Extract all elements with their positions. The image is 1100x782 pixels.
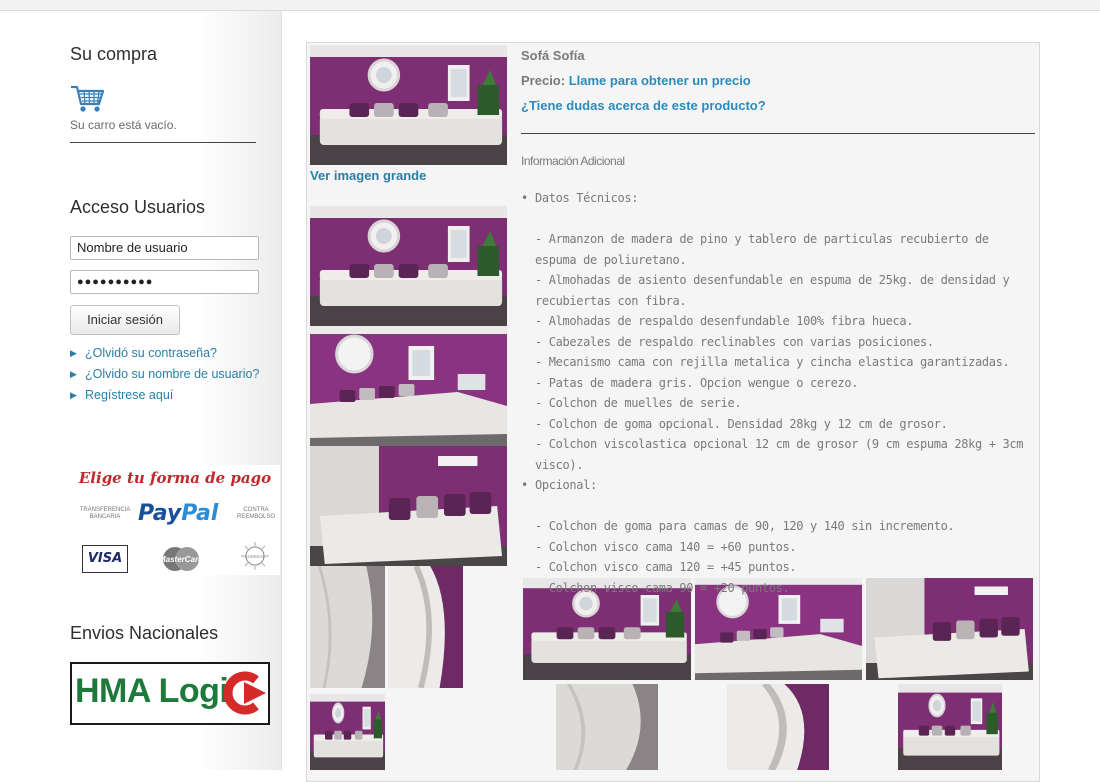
login-title: Acceso Usuarios: [70, 197, 206, 217]
payment-methods-banner: Elige tu forma de pago TRANSFERENCIA BAN…: [70, 465, 280, 575]
spec-item: - Armanzon de madera de pino y tablero d…: [535, 232, 989, 267]
svg-text:CORREOS: CORREOS: [245, 554, 266, 559]
product-thumbnail[interactable]: [898, 684, 1002, 770]
spec-item: - Colchon de muelles de serie.: [535, 396, 742, 410]
username-input[interactable]: Nombre de usuario: [70, 236, 259, 260]
product-thumbnail[interactable]: [556, 684, 658, 770]
spec-item: - Colchon visco cama 90 = +20 puntos.: [535, 580, 790, 595]
product-thumbnail[interactable]: [310, 326, 507, 446]
password-input[interactable]: ●●●●●●●●●●: [70, 270, 259, 294]
product-thumbnail[interactable]: [310, 694, 385, 770]
login-button[interactable]: Iniciar sesión: [70, 305, 180, 335]
mastercard-logo: MasterCard: [159, 547, 204, 571]
product-name: Sofá Sofía: [521, 48, 585, 63]
cart-empty-text: Su carro está vacío.: [70, 118, 177, 132]
svg-text:MasterCard: MasterCard: [159, 555, 204, 564]
spec-item: - Colchon visco cama 120 = +45 puntos.: [535, 560, 797, 574]
divider: [521, 133, 1035, 134]
spec-item: - Almohadas de asiento desenfundable en …: [535, 273, 1010, 308]
additional-info-title: Información Adicional: [521, 154, 625, 168]
arrow-bullet-icon: ▶: [70, 348, 77, 358]
bullet-icon: •: [521, 191, 528, 205]
spec-item: - Cabezales de respaldo reclinables con …: [535, 334, 934, 349]
spec-item: - Colchon viscolastica opcional 12 cm de…: [535, 437, 1024, 472]
spec-item: - Almohadas de respaldo desenfundable 10…: [535, 314, 914, 328]
register-link[interactable]: ▶ Regístrese aquí: [70, 389, 260, 402]
product-thumbnail[interactable]: [310, 206, 507, 326]
paypal-logo: PayPal: [138, 501, 219, 526]
spec-item: - Mecanismo cama con rejilla metalica y …: [535, 355, 1010, 369]
view-large-image-link[interactable]: Ver imagen grande: [310, 168, 426, 183]
spec-item: - Colchon de goma opcional. Densidad 28k…: [535, 416, 948, 431]
bank-transfer-label: TRANSFERENCIA BANCARIA: [79, 507, 131, 520]
spec-item: - Colchon de goma para camas de 90, 120 …: [535, 519, 955, 533]
top-bar: [0, 0, 1100, 11]
spec-section-title: • Opcional:: [521, 475, 1035, 496]
forgot-password-link[interactable]: ▶ ¿Olvidó su contraseña?: [70, 347, 260, 360]
product-specs: • Datos Técnicos: - Armanzon de madera de…: [521, 188, 1035, 598]
payment-title: Elige tu forma de pago: [78, 469, 272, 487]
divider: [70, 142, 256, 143]
product-thumbnail[interactable]: [727, 684, 829, 770]
product-question-link[interactable]: ¿Tiene dudas acerca de este producto?: [521, 98, 766, 113]
arrow-bullet-icon: ▶: [70, 390, 77, 400]
forgot-username-link[interactable]: ▶ ¿Olvido su nombre de usuario?: [70, 368, 260, 381]
hma-arrow-icon: [223, 671, 266, 715]
visa-logo: VISA: [82, 545, 128, 573]
product-thumbnail[interactable]: [310, 566, 385, 688]
correos-logo: CORREOS: [241, 542, 269, 570]
cash-on-delivery-label: CONTRA REEMBOLSO: [236, 507, 275, 520]
login-links: ▶ ¿Olvidó su contraseña? ▶ ¿Olvido su nomb…: [70, 347, 260, 411]
cart-title: Su compra: [70, 44, 158, 64]
shopping-cart-icon[interactable]: [70, 84, 104, 114]
call-for-price-link[interactable]: Llame para obtener un precio: [569, 73, 751, 88]
spec-item: - Colchon visco cama 140 = +60 puntos.: [535, 539, 797, 554]
product-thumbnail[interactable]: [310, 446, 507, 566]
product-main-image[interactable]: [310, 45, 507, 165]
shipping-title: Envios Nacionales: [70, 623, 219, 643]
arrow-bullet-icon: ▶: [70, 369, 77, 379]
spec-section-title: • Datos Técnicos:: [521, 188, 1035, 209]
bullet-icon: •: [521, 478, 528, 492]
hma-logistic-logo[interactable]: HMA Logi: [70, 662, 270, 725]
spec-item: - Patas de madera gris. Opcion wengue o …: [535, 375, 859, 390]
product-thumbnail[interactable]: [388, 566, 463, 688]
product-price: Precio: Llame para obtener un precio: [521, 73, 751, 88]
